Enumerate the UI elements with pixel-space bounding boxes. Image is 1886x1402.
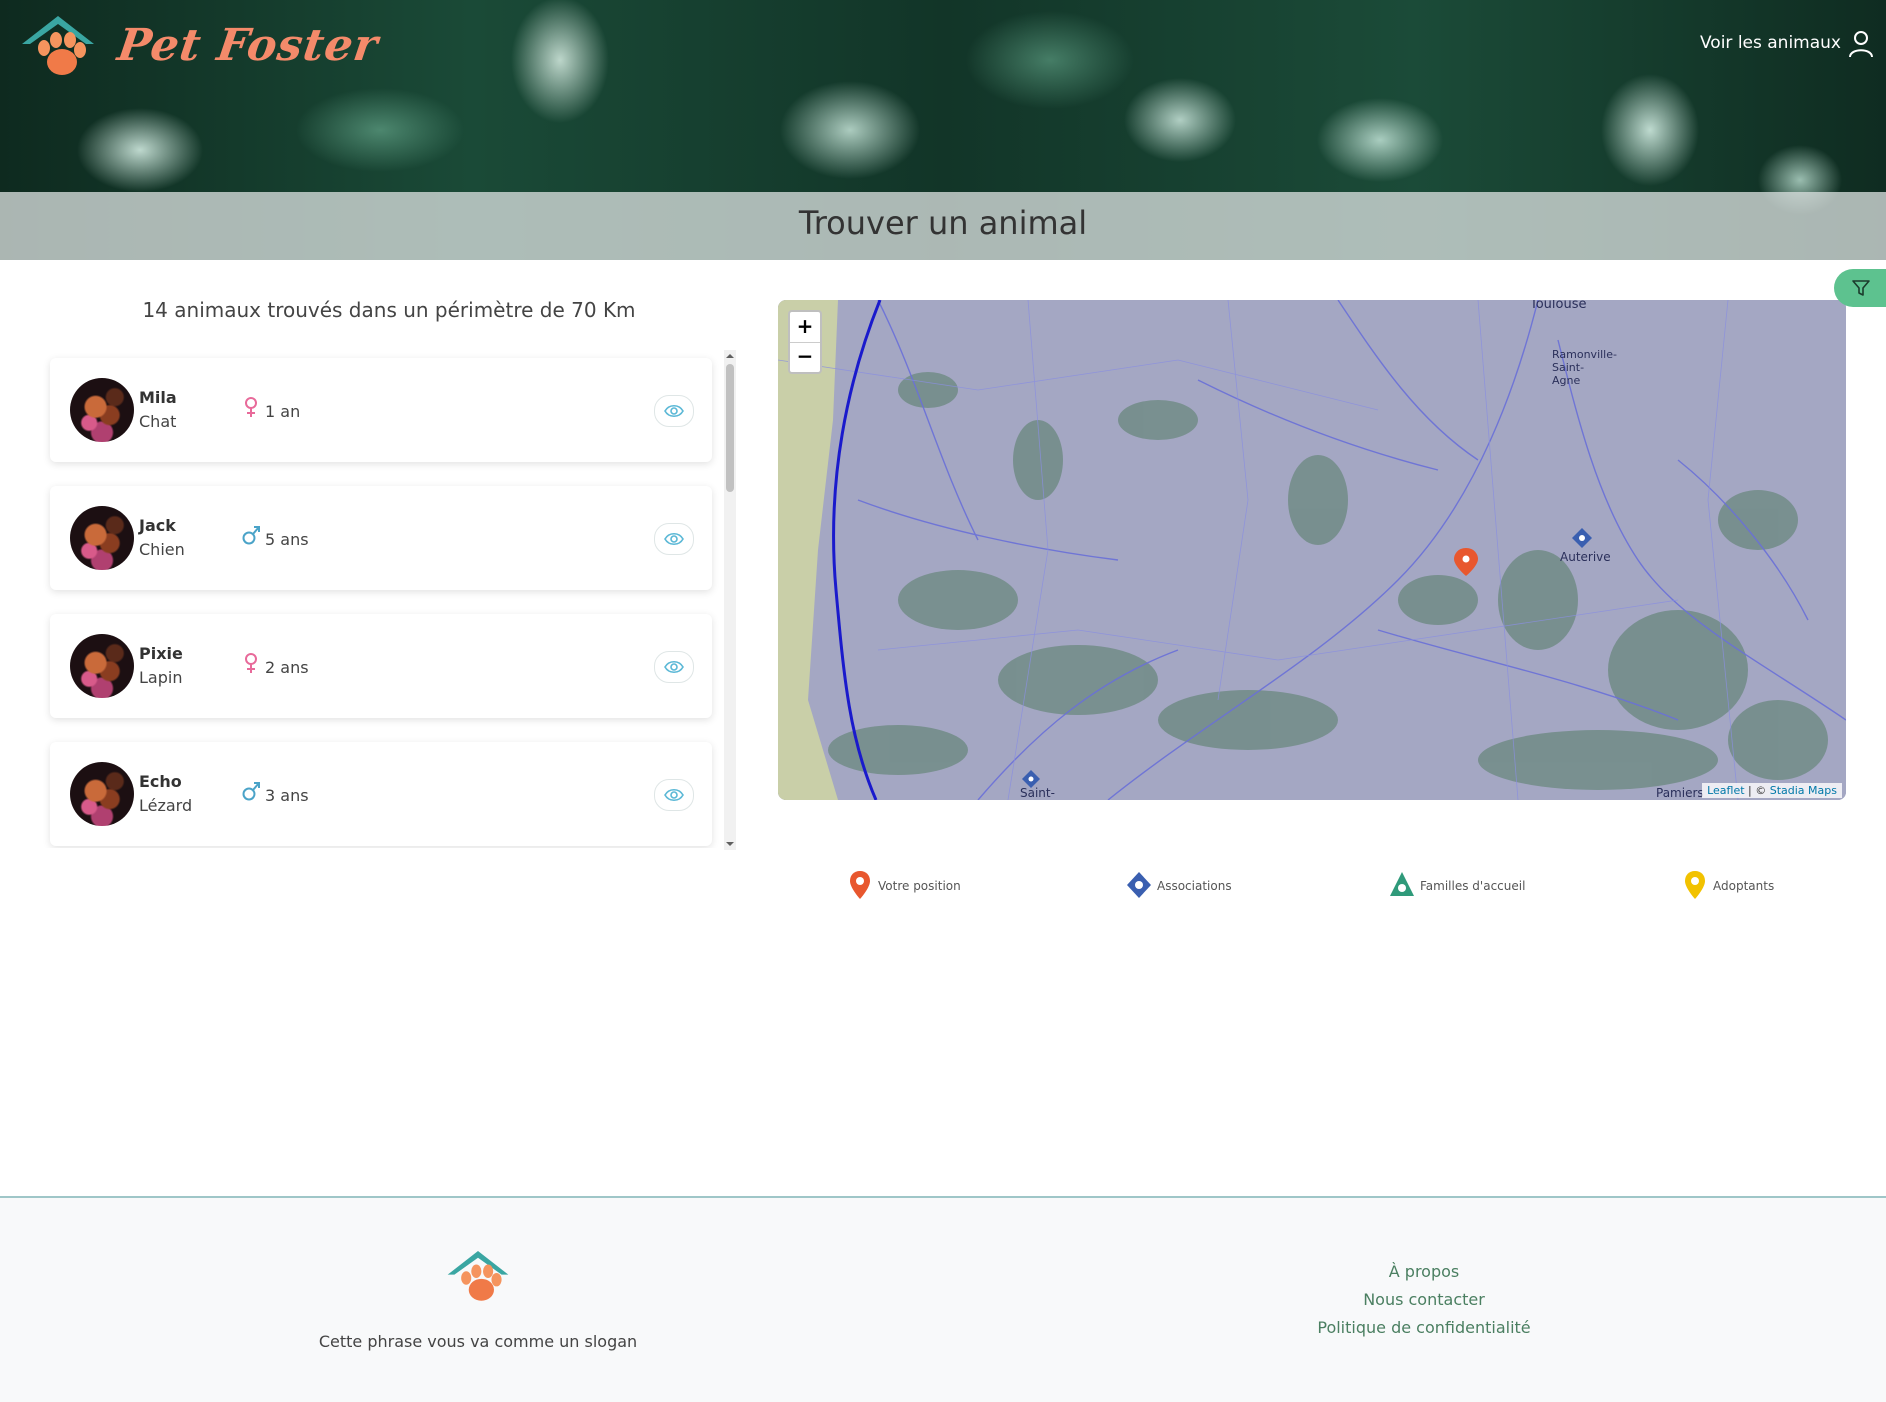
attribution-separator: | © xyxy=(1744,784,1770,797)
animal-age: 3 ans xyxy=(265,786,309,805)
zoom-control: + − xyxy=(788,310,822,374)
map-label-pamiers: Pamiers xyxy=(1656,786,1704,800)
animal-name: Mila xyxy=(139,388,177,407)
male-icon xyxy=(242,526,260,545)
stadia-link[interactable]: Stadia Maps xyxy=(1770,784,1837,797)
legend-label: Adoptants xyxy=(1713,879,1775,893)
nav-voir-animaux[interactable]: Voir les animaux xyxy=(1700,33,1841,53)
animal-species: Chien xyxy=(139,540,185,559)
animal-list[interactable]: Mila Chat 1 an Jack Chien 5 ans Pixie La… xyxy=(40,348,740,848)
map-label-saint: Saint- xyxy=(1020,786,1055,800)
footer-logo-icon[interactable] xyxy=(444,1246,512,1310)
scroll-up-arrow-icon[interactable] xyxy=(726,352,734,360)
footer-link-privacy[interactable]: Politique de confidentialité xyxy=(1224,1318,1624,1337)
map-label-auterive: Auterive xyxy=(1560,550,1611,564)
zoom-out-button[interactable]: − xyxy=(790,342,820,372)
animal-avatar xyxy=(70,634,134,698)
animal-card[interactable]: Pixie Lapin 2 ans xyxy=(50,614,712,718)
footer: Cette phrase vous va comme un slogan À p… xyxy=(0,1196,1886,1402)
view-animal-button[interactable] xyxy=(654,779,694,811)
animal-species: Lézard xyxy=(139,796,193,815)
male-icon xyxy=(242,782,260,801)
page-title: Trouver un animal xyxy=(798,204,1088,242)
scroll-down-arrow-icon[interactable] xyxy=(726,840,734,848)
view-animal-button[interactable] xyxy=(654,395,694,427)
legend-label: Associations xyxy=(1157,879,1232,893)
animal-name: Jack xyxy=(139,516,176,535)
zoom-in-button[interactable]: + xyxy=(790,312,820,343)
animal-species: Chat xyxy=(139,412,177,431)
logo-icon[interactable] xyxy=(18,10,98,86)
animal-avatar xyxy=(70,378,134,442)
list-scrollbar[interactable] xyxy=(724,350,736,850)
map-view[interactable]: Toulouse Ramonville-Saint-Agne Auterive … xyxy=(778,300,1846,800)
eye-icon xyxy=(664,660,684,674)
animal-name: Echo xyxy=(139,772,182,791)
animal-avatar xyxy=(70,762,134,826)
animal-age: 5 ans xyxy=(265,530,309,549)
map-tiles xyxy=(778,300,1846,800)
hero-banner: Pet Foster Voir les animaux Trouver un a… xyxy=(0,0,1886,260)
map-label-ramonville: Ramonville-Saint-Agne xyxy=(1552,348,1617,387)
tree-icon xyxy=(1390,872,1414,896)
animal-species: Lapin xyxy=(139,668,183,687)
female-icon xyxy=(245,653,257,673)
footer-link-a-propos[interactable]: À propos xyxy=(1224,1262,1624,1281)
view-animal-button[interactable] xyxy=(654,523,694,555)
map-label-toulouse: Toulouse xyxy=(1530,300,1587,312)
diamond-icon xyxy=(1127,872,1151,898)
leaflet-link[interactable]: Leaflet xyxy=(1707,784,1744,797)
user-icon[interactable] xyxy=(1848,30,1874,58)
animal-card[interactable]: Jack Chien 5 ans xyxy=(50,486,712,590)
brand-name[interactable]: Pet Foster xyxy=(114,20,381,71)
animal-card[interactable]: Echo Lézard 3 ans xyxy=(50,742,712,846)
eye-icon xyxy=(664,788,684,802)
map-attribution: Leaflet | © Stadia Maps xyxy=(1702,783,1842,798)
pin-icon xyxy=(850,871,870,899)
animal-age: 1 an xyxy=(265,402,301,421)
results-summary: 14 animaux trouvés dans un périmètre de … xyxy=(142,298,636,322)
pin-icon xyxy=(1685,871,1705,899)
animal-avatar xyxy=(70,506,134,570)
animal-name: Pixie xyxy=(139,644,183,663)
eye-icon xyxy=(664,532,684,546)
filter-button[interactable] xyxy=(1834,269,1886,307)
animal-card[interactable]: Mila Chat 1 an xyxy=(50,358,712,462)
legend-label: Familles d'accueil xyxy=(1420,879,1526,893)
animal-age: 2 ans xyxy=(265,658,309,677)
female-icon xyxy=(245,397,257,417)
legend-label: Votre position xyxy=(878,879,961,893)
view-animal-button[interactable] xyxy=(654,651,694,683)
footer-link-contact[interactable]: Nous contacter xyxy=(1224,1290,1624,1309)
footer-slogan: Cette phrase vous va comme un slogan xyxy=(318,1332,638,1351)
scroll-thumb[interactable] xyxy=(726,364,734,492)
filter-icon xyxy=(1852,280,1870,296)
eye-icon xyxy=(664,404,684,418)
